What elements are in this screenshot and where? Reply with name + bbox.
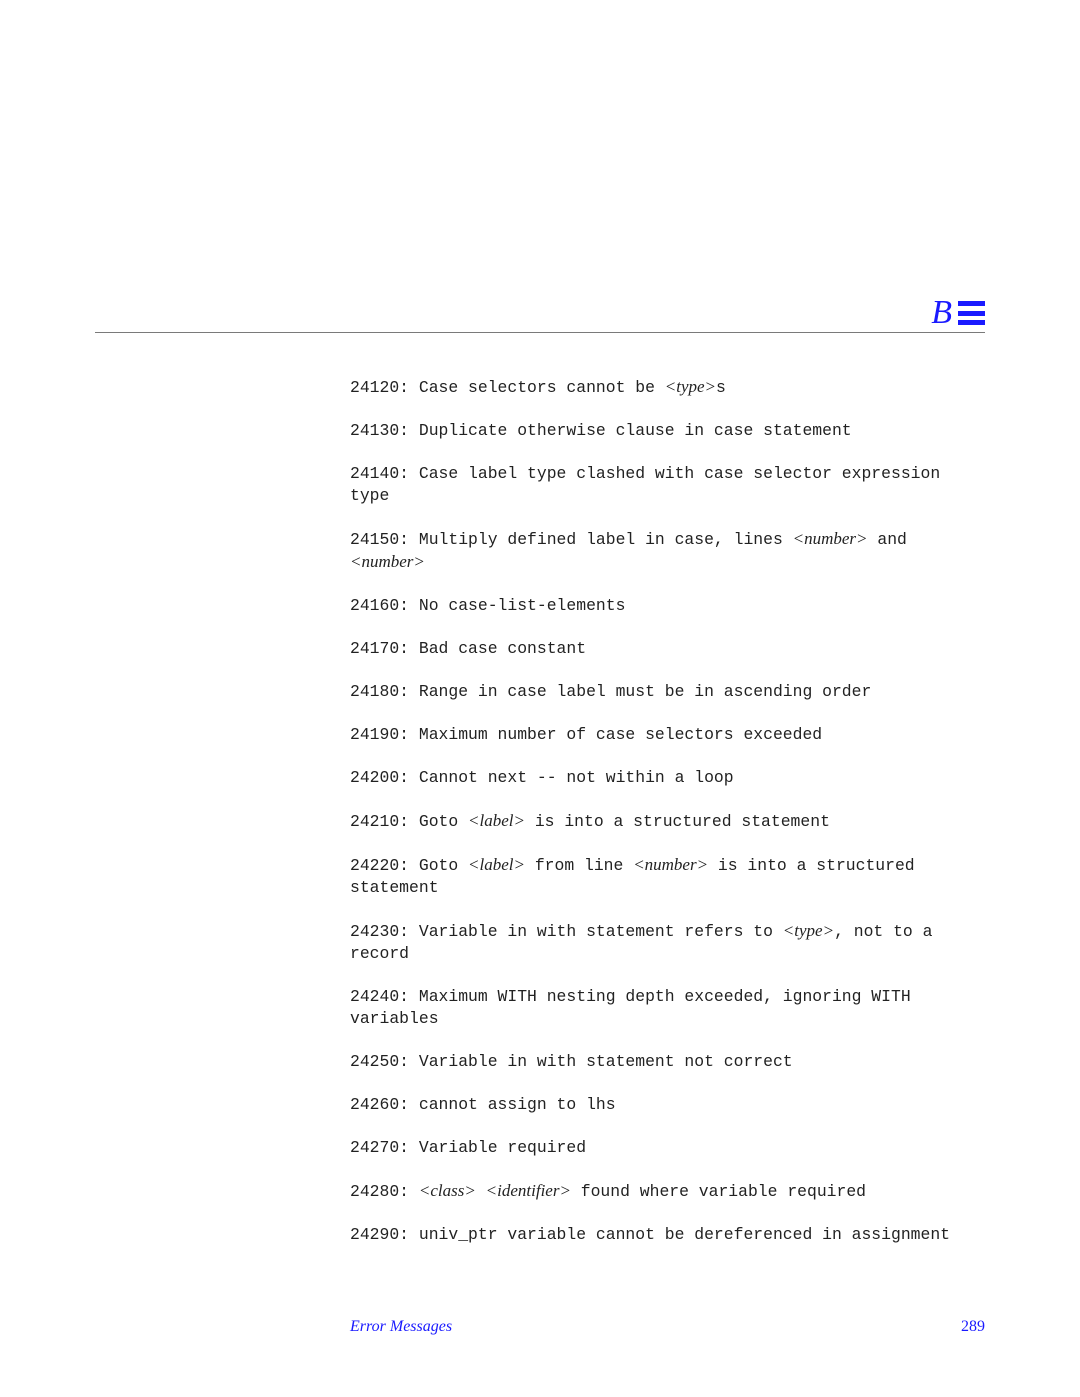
message-text: 24140: Case label type clashed with case… [350,464,951,505]
error-message-entry: 24150: Multiply defined label in case, l… [350,528,985,574]
error-message-entry: 24210: Goto <label> is into a structured… [350,810,985,833]
placeholder-term: <type> [782,921,835,940]
error-message-entry: 24120: Case selectors cannot be <type>s [350,376,985,399]
error-message-entry: 24240: Maximum WITH nesting depth exceed… [350,986,985,1030]
message-text: 24280: [350,1182,419,1201]
error-message-entry: 24270: Variable required [350,1137,985,1159]
message-text: 24150: Multiply defined label in case, l… [350,530,793,549]
message-text: found where variable required [570,1182,867,1201]
placeholder-term: <class> [418,1181,476,1200]
message-text: s [716,378,726,397]
placeholder-term: <number> [633,855,709,874]
message-text: 24250: Variable in with statement not co… [350,1052,793,1071]
chapter-letter: B [931,294,952,331]
placeholder-term: <identifier> [485,1181,571,1200]
page-number: 289 [961,1318,985,1335]
error-message-entry: 24260: cannot assign to lhs [350,1094,985,1116]
chapter-marker: B [931,296,985,330]
message-text: 24190: Maximum number of case selectors … [350,725,823,744]
error-message-entry: 24200: Cannot next -- not within a loop [350,767,985,789]
message-text: 24120: Case selectors cannot be [350,378,665,397]
error-message-entry: 24190: Maximum number of case selectors … [350,724,985,746]
stacked-bars-icon [958,301,985,325]
error-message-entry: 24220: Goto <label> from line <number> i… [350,854,985,899]
message-text: 24290: univ_ptr variable cannot be deref… [350,1225,950,1244]
message-text: 24220: Goto [350,856,469,875]
message-text: 24210: Goto [350,812,469,831]
footer-section-title: Error Messages [350,1318,453,1335]
message-text: 24170: Bad case constant [350,639,587,658]
placeholder-term: <number> [350,552,425,571]
message-text: 24160: No case-list-elements [350,596,626,615]
error-message-entry: 24180: Range in case label must be in as… [350,681,985,703]
error-message-list: 24120: Case selectors cannot be <type>s 2… [350,376,985,1267]
error-message-entry: 24290: univ_ptr variable cannot be deref… [350,1224,985,1246]
placeholder-term: <type> [664,377,717,396]
placeholder-term: <label> [468,855,525,874]
message-text: 24260: cannot assign to lhs [350,1095,616,1114]
error-message-entry: 24170: Bad case constant [350,638,985,660]
message-text [476,1182,486,1201]
message-text: 24230: Variable in with statement refers… [350,922,783,941]
message-text: 24180: Range in case label must be in as… [350,682,872,701]
header-rule [95,332,985,333]
message-text: is into a structured statement [524,812,830,831]
message-text: 24270: Variable required [350,1138,587,1157]
message-text: and [867,530,917,549]
message-text: from line [524,856,634,875]
message-text: 24130: Duplicate otherwise clause in cas… [350,421,852,440]
error-message-entry: 24130: Duplicate otherwise clause in cas… [350,420,985,442]
error-message-entry: 24250: Variable in with statement not co… [350,1051,985,1073]
placeholder-term: <label> [468,811,525,830]
error-message-entry: 24280: <class> <identifier> found where … [350,1180,985,1203]
message-text: 24200: Cannot next -- not within a loop [350,768,734,787]
error-message-entry: 24140: Case label type clashed with case… [350,463,985,507]
placeholder-term: <number> [792,529,868,548]
error-message-entry: 24230: Variable in with statement refers… [350,920,985,965]
error-message-entry: 24160: No case-list-elements [350,595,985,617]
message-text: 24240: Maximum WITH nesting depth exceed… [350,987,921,1028]
